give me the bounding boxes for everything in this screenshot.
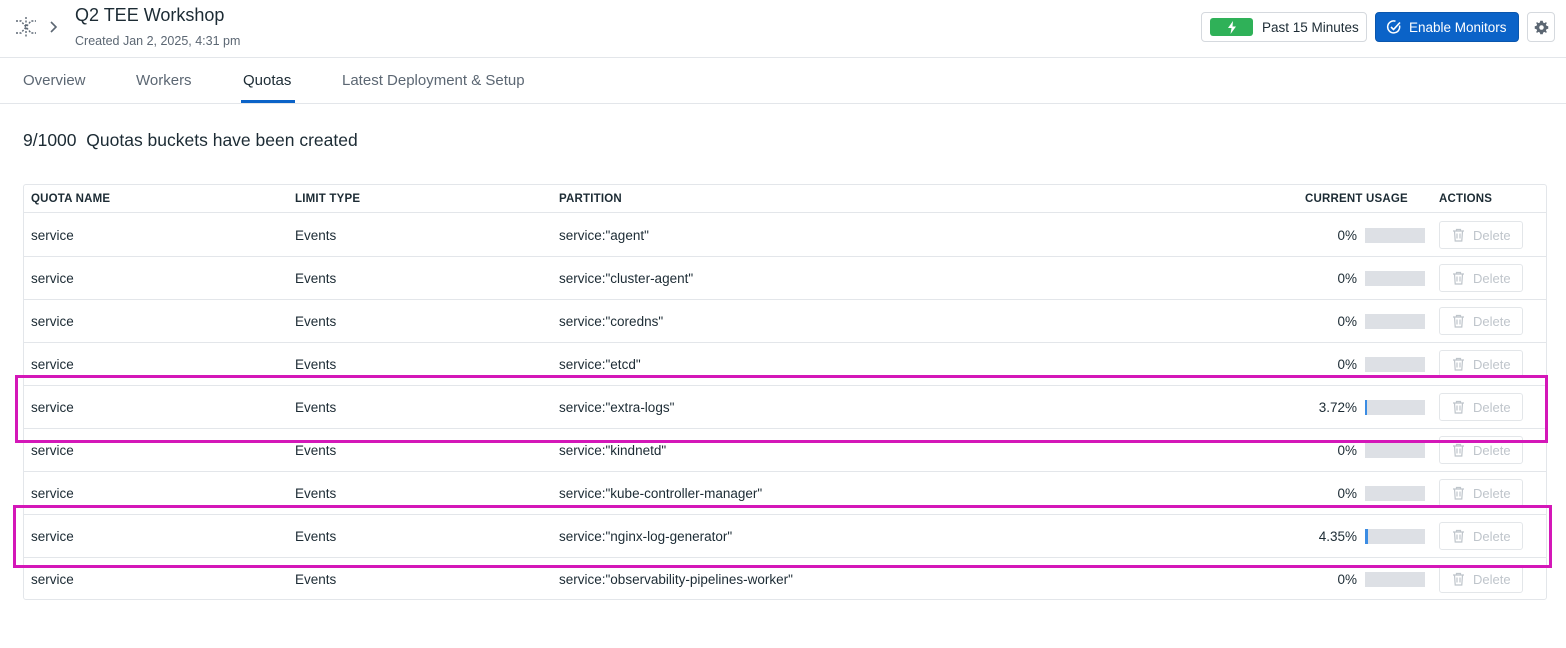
trash-icon [1453,443,1464,457]
enable-monitors-button[interactable]: Enable Monitors [1375,12,1519,42]
trash-icon [1453,271,1464,285]
partition-cell: service:"kube-controller-manager" [559,486,763,501]
tab-latest-deployment[interactable]: Latest Deployment & Setup [342,72,525,89]
usage-bar [1365,271,1425,286]
delete-label: Delete [1473,270,1511,286]
workflow-icon[interactable] [14,15,38,39]
table-row[interactable]: service Events service:"agent" 0% Delete [24,214,1546,257]
limit-type-cell: Events [295,271,337,286]
delete-label: Delete [1473,571,1511,587]
delete-label: Delete [1473,356,1511,372]
lightning-icon [1227,20,1236,34]
trash-icon [1453,572,1464,586]
limit-type-cell: Events [295,228,337,243]
usage-bar [1365,314,1425,329]
quota-name-cell: service [31,572,74,587]
delete-label: Delete [1473,442,1511,458]
tab-overview[interactable]: Overview [23,72,86,89]
trash-icon [1453,357,1464,371]
enable-monitors-label: Enable Monitors [1409,19,1507,35]
quota-name-cell: service [31,443,74,458]
usage-bar [1365,572,1425,587]
quota-name-cell: service [31,314,74,329]
active-tab-indicator [241,100,295,103]
usage-percent: 0% [1337,228,1357,243]
time-range-label: Past 15 Minutes [1262,19,1359,35]
col-partition[interactable]: PARTITION [559,193,622,205]
quota-summary-text: Quotas buckets have been created [86,130,358,150]
usage-percent: 0% [1337,314,1357,329]
col-quota-name[interactable]: QUOTA NAME [31,193,110,205]
partition-cell: service:"coredns" [559,314,664,329]
usage-bar [1365,357,1425,372]
col-current-usage[interactable]: CURRENT USAGE [1305,193,1408,205]
page-title: Q2 TEE Workshop [75,5,225,25]
highlight-box-extra-logs [15,375,1548,443]
usage-percent: 0% [1337,443,1357,458]
table-row[interactable]: service Events service:"coredns" 0% Delete [24,300,1546,343]
col-actions: ACTIONS [1439,193,1493,205]
usage-percent: 0% [1337,486,1357,501]
partition-cell: service:"agent" [559,228,649,243]
live-badge [1210,18,1253,36]
usage-bar [1365,443,1425,458]
col-limit-type[interactable]: LIMIT TYPE [295,193,360,205]
delete-button[interactable]: Delete [1439,565,1523,593]
table-header: QUOTA NAME LIMIT TYPE PARTITION CURRENT … [24,185,1546,213]
limit-type-cell: Events [295,486,337,501]
time-range-button[interactable]: Past 15 Minutes [1201,12,1367,42]
trash-icon [1453,314,1464,328]
usage-percent: 0% [1337,572,1357,587]
usage-percent: 0% [1337,357,1357,372]
delete-label: Delete [1473,485,1511,501]
partition-cell: service:"etcd" [559,357,641,372]
settings-button[interactable] [1527,12,1555,42]
gear-icon [1534,20,1548,34]
quota-name-cell: service [31,271,74,286]
table-row[interactable]: service Events service:"cluster-agent" 0% De… [24,257,1546,300]
quota-count: 9/1000 [23,130,77,150]
limit-type-cell: Events [295,357,337,372]
limit-type-cell: Events [295,314,337,329]
tab-bar: Overview Workers Quotas Latest Deploymen… [0,58,1566,104]
quota-name-cell: service [31,486,74,501]
trash-icon [1453,228,1464,242]
tab-quotas[interactable]: Quotas [243,72,291,89]
tab-workers[interactable]: Workers [136,72,192,89]
partition-cell: service:"cluster-agent" [559,271,694,286]
delete-label: Delete [1473,313,1511,329]
delete-button[interactable]: Delete [1439,350,1523,378]
delete-button[interactable]: Delete [1439,264,1523,292]
delete-button[interactable]: Delete [1439,221,1523,249]
limit-type-cell: Events [295,443,337,458]
quota-summary: 9/1000 Quotas buckets have been created [23,130,358,151]
limit-type-cell: Events [295,572,337,587]
usage-percent: 0% [1337,271,1357,286]
quota-name-cell: service [31,357,74,372]
quota-name-cell: service [31,228,74,243]
delete-button[interactable]: Delete [1439,479,1523,507]
chevron-right-icon[interactable] [48,17,60,37]
delete-button[interactable]: Delete [1439,307,1523,335]
delete-label: Delete [1473,227,1511,243]
usage-bar [1365,228,1425,243]
page-header: Q2 TEE Workshop Created Jan 2, 2025, 4:3… [0,0,1566,58]
created-date: Created Jan 2, 2025, 4:31 pm [75,34,241,48]
highlight-box-nginx-log-generator [13,505,1552,568]
partition-cell: service:"kindnetd" [559,443,667,458]
partition-cell: service:"observability-pipelines-worker" [559,572,793,587]
trash-icon [1453,486,1464,500]
usage-bar [1365,486,1425,501]
monitor-check-icon [1386,20,1401,34]
